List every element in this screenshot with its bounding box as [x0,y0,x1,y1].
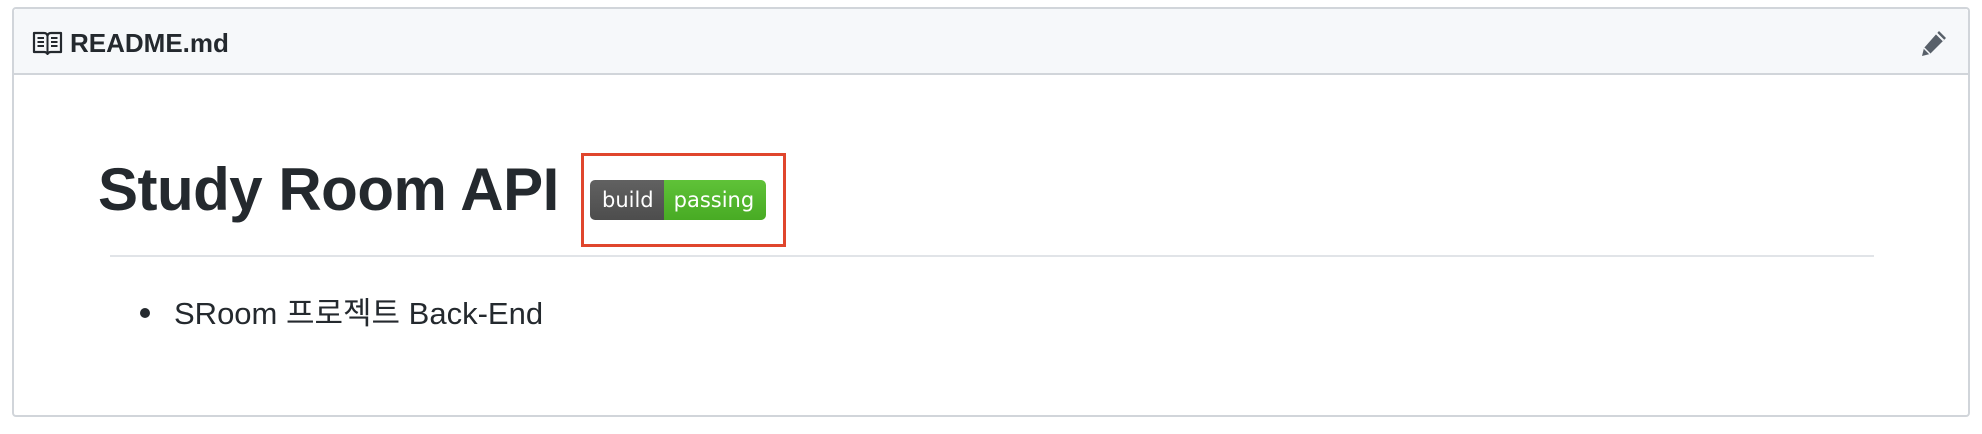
readme-bullet-list: SRoom 프로젝트 Back-End [138,290,543,338]
book-icon [32,31,63,56]
list-item: SRoom 프로젝트 Back-End [138,290,543,338]
pencil-icon[interactable] [1918,27,1950,59]
bullet-dot [140,308,150,318]
page-title: Study Room API [98,156,559,223]
readme-file-name: README.md [70,28,229,58]
title-divider [110,255,1874,257]
readme-header: README.md [14,9,1968,75]
list-item-text: SRoom 프로젝트 Back-End [174,296,544,331]
badge-highlight-box [581,153,786,247]
